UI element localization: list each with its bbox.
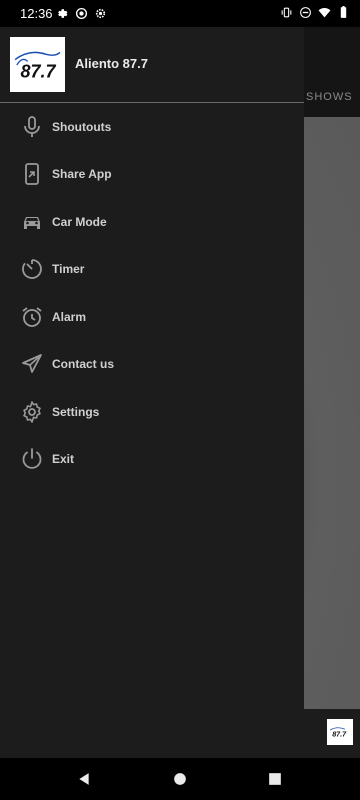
settings-gear-icon: [58, 9, 68, 18]
car-icon: [20, 210, 44, 234]
menu-item-settings[interactable]: Settings: [0, 388, 304, 436]
power-icon: [20, 447, 44, 471]
station-name: Aliento 87.7: [75, 56, 148, 71]
menu-item-shoutouts[interactable]: Shoutouts: [0, 103, 304, 151]
status-bar: 12:36: [0, 0, 360, 27]
mini-player-logo: 87.7: [327, 719, 353, 745]
menu-item-contact-us[interactable]: Contact us: [0, 341, 304, 389]
home-button[interactable]: [171, 770, 189, 788]
menu-item-label: Exit: [52, 452, 75, 467]
menu-item-exit[interactable]: Exit: [0, 436, 304, 484]
station-logo: 87.7: [10, 37, 65, 92]
navigation-drawer: 87.7 Aliento 87.7 Shoutouts Share App Ca…: [0, 27, 304, 758]
back-triangle-icon: [79, 773, 89, 785]
svg-text:87.7: 87.7: [332, 729, 347, 738]
menu-item-car-mode[interactable]: Car Mode: [0, 198, 304, 246]
navigation-bar: [0, 758, 360, 800]
share-app-icon: [20, 162, 44, 186]
battery-icon: [340, 6, 347, 18]
svg-text:87.7: 87.7: [20, 61, 56, 81]
back-button[interactable]: [75, 770, 93, 788]
tab-shows[interactable]: SHOWS: [306, 91, 353, 103]
recents-square-icon: [269, 773, 281, 785]
home-circle-icon: [174, 773, 186, 785]
menu-item-timer[interactable]: Timer: [0, 246, 304, 294]
wifi-icon: [318, 7, 331, 18]
status-time: 12:36: [20, 6, 53, 21]
station-logo-mini-icon: 87.7: [329, 727, 347, 738]
menu-item-label: Alarm: [52, 309, 87, 324]
menu-item-alarm[interactable]: Alarm: [0, 293, 304, 341]
menu-item-label: Timer: [52, 262, 85, 277]
alarm-clock-icon: [20, 305, 44, 329]
timer-icon: [20, 257, 44, 281]
settings-icon: [20, 400, 44, 424]
drawer-menu: Shoutouts Share App Car Mode Timer Alarm: [0, 103, 304, 483]
drawer-header: 87.7 Aliento 87.7: [0, 27, 304, 102]
send-icon: [20, 352, 44, 376]
recents-button[interactable]: [266, 770, 284, 788]
do-not-disturb-icon: [300, 7, 311, 18]
station-logo-icon: 87.7: [14, 51, 61, 81]
menu-item-label: Settings: [52, 404, 100, 419]
record-icon: [75, 7, 88, 20]
menu-item-label: Contact us: [52, 357, 115, 372]
settings-gear-icon: [95, 8, 106, 19]
menu-item-label: Car Mode: [52, 214, 107, 229]
microphone-icon: [20, 115, 44, 139]
vibrate-icon: [281, 7, 292, 18]
menu-item-label: Shoutouts: [52, 119, 112, 134]
menu-item-label: Share App: [52, 167, 112, 182]
menu-item-share-app[interactable]: Share App: [0, 151, 304, 199]
